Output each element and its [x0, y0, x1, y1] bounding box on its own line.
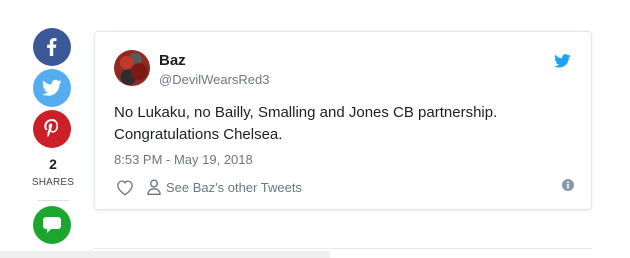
info-icon[interactable] [562, 179, 574, 191]
other-tweets-label: See Baz's other Tweets [166, 179, 302, 195]
heart-icon[interactable] [116, 179, 134, 196]
shares-count: 2 [49, 156, 57, 172]
sms-share-button[interactable] [33, 206, 71, 244]
other-tweets-link[interactable]: See Baz's other Tweets [147, 177, 302, 197]
tweet-text-line: No Lukaku, no Bailly, Smalling and Jones… [114, 104, 498, 121]
twitter-icon [42, 79, 62, 96]
twitter-icon [554, 54, 571, 68]
message-icon [43, 217, 61, 233]
facebook-icon [47, 38, 57, 56]
person-icon [147, 179, 161, 195]
shares-label: SHARES [31, 177, 75, 188]
twitter-logo[interactable] [554, 54, 571, 73]
author-name[interactable]: Baz [159, 52, 186, 69]
avatar[interactable] [114, 50, 150, 86]
embedded-tweet[interactable]: Baz @DevilWearsRed3 No Lukaku, no Bailly… [94, 31, 592, 210]
author-handle[interactable]: @DevilWearsRed3 [159, 72, 270, 87]
divider [94, 248, 592, 249]
pinterest-share-button[interactable] [33, 110, 71, 148]
twitter-share-button[interactable] [33, 69, 71, 107]
horizontal-scrollbar[interactable] [0, 251, 330, 258]
tweet-text: No Lukaku, no Bailly, Smalling and Jones… [114, 102, 584, 146]
facebook-share-button[interactable] [33, 28, 71, 66]
rail-divider [37, 200, 69, 201]
tweet-text-line: Congratulations Chelsea. [114, 126, 283, 143]
tweet-action-bar: See Baz's other Tweets [114, 177, 574, 197]
pinterest-icon [44, 119, 59, 138]
tweet-timestamp[interactable]: 8:53 PM - May 19, 2018 [114, 152, 253, 167]
